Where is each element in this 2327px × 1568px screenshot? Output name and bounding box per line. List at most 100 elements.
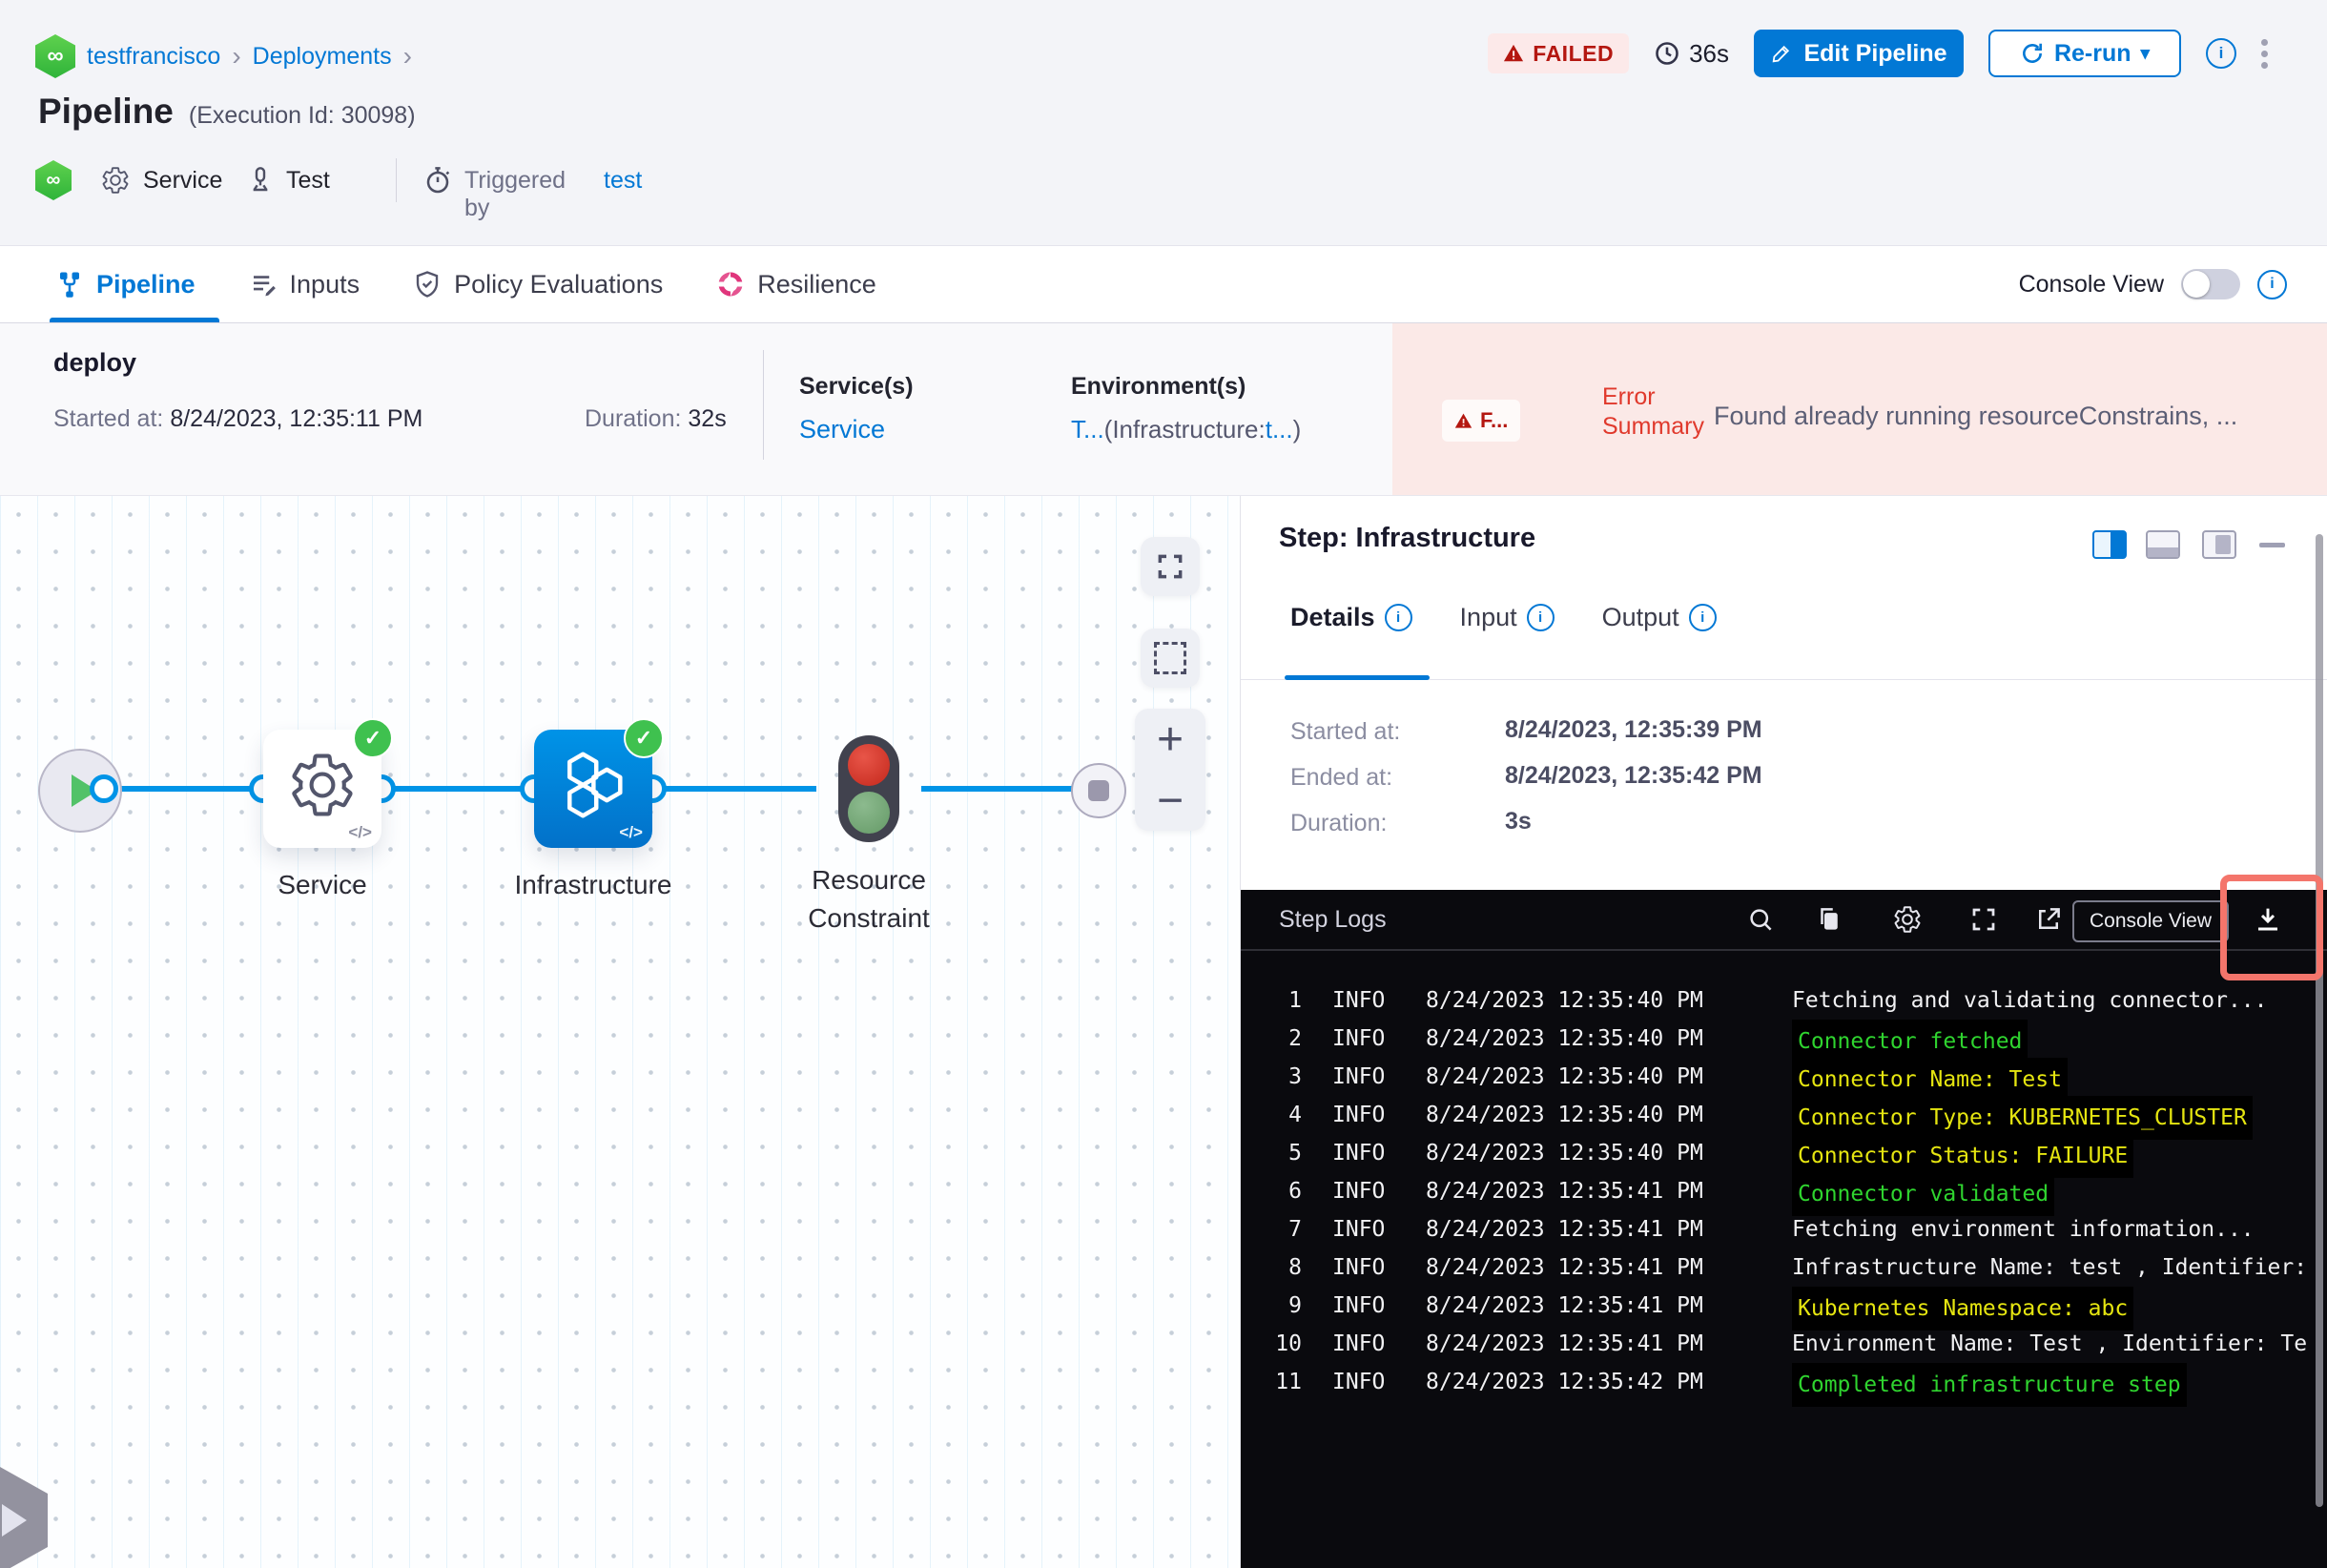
code-tag-icon: </> bbox=[619, 823, 643, 841]
error-summary-message: Found already running resourceConstrains… bbox=[1714, 402, 2238, 430]
edit-pipeline-button[interactable]: Edit Pipeline bbox=[1754, 30, 1964, 77]
detail-duration-value: 3s bbox=[1505, 808, 1532, 835]
active-tab-underline bbox=[50, 318, 219, 322]
log-console-view-button[interactable]: Console View bbox=[2072, 900, 2230, 942]
tab-pipeline[interactable]: Pipeline bbox=[55, 246, 196, 322]
step-panel-title: Step: Infrastructure bbox=[1279, 523, 1536, 553]
top-header: ∞ testfrancisco › Deployments › Pipeline… bbox=[0, 0, 2327, 246]
breadcrumb-project[interactable]: testfrancisco bbox=[87, 43, 220, 71]
log-fullscreen-button[interactable] bbox=[1967, 903, 2000, 936]
toolbar-divider bbox=[1241, 949, 2327, 951]
step-tab-output[interactable]: Output bbox=[1602, 603, 1717, 632]
chevron-right-icon: › bbox=[402, 41, 412, 71]
tab-policy-evaluations[interactable]: Policy Evaluations bbox=[413, 246, 663, 322]
log-search-button[interactable] bbox=[1744, 903, 1777, 936]
inputs-icon bbox=[253, 276, 276, 297]
traffic-light-red bbox=[848, 744, 890, 786]
marquee-select-icon bbox=[1154, 642, 1186, 674]
step-success-icon: ✓ bbox=[624, 718, 664, 758]
info-icon[interactable] bbox=[1688, 604, 1717, 631]
copy-icon bbox=[1821, 908, 1838, 930]
total-duration: 36s bbox=[1654, 39, 1729, 69]
rerun-button[interactable]: Re-run ▾ bbox=[1988, 30, 2181, 77]
service-link[interactable]: Service bbox=[799, 415, 885, 444]
services-column-header: Service(s) bbox=[799, 373, 914, 400]
pipeline-icon bbox=[60, 272, 79, 298]
log-open-external-button[interactable] bbox=[2032, 903, 2065, 936]
more-options-menu[interactable] bbox=[2261, 34, 2268, 73]
pipeline-end-node[interactable] bbox=[1071, 763, 1126, 818]
step-tab-input[interactable]: Input bbox=[1460, 603, 1555, 632]
panel-scrollbar[interactable] bbox=[2316, 534, 2323, 1507]
info-icon[interactable] bbox=[1384, 604, 1412, 631]
console-view-toggle[interactable] bbox=[2181, 269, 2240, 299]
log-line: 2 INFO 8/24/2023 12:35:40 PM Connector fetc… bbox=[1241, 1020, 2327, 1063]
layout-vertical-split-button[interactable] bbox=[2092, 530, 2127, 559]
harness-cd-icon: ∞ bbox=[35, 34, 75, 78]
harness-cd-icon: ∞ bbox=[35, 160, 72, 200]
breadcrumb-deployments[interactable]: Deployments bbox=[253, 43, 392, 71]
chevron-right-icon bbox=[2, 1504, 27, 1537]
info-icon[interactable] bbox=[2257, 269, 2287, 299]
node-label-service: Service bbox=[278, 870, 367, 899]
zoom-in-button[interactable]: + bbox=[1135, 709, 1205, 770]
breadcrumb: ∞ testfrancisco › Deployments › bbox=[35, 34, 412, 78]
layout-bottom-split-button[interactable] bbox=[2146, 530, 2180, 559]
infrastructure-hexagons-icon bbox=[567, 752, 623, 818]
triggered-by-label: Triggered by bbox=[464, 167, 566, 221]
log-settings-button[interactable] bbox=[1891, 903, 1924, 936]
log-line: 6 INFO 8/24/2023 12:35:41 PM Connector vali… bbox=[1241, 1172, 2327, 1216]
environment-value[interactable]: T...(Infrastructure:t...) bbox=[1071, 415, 1301, 444]
info-icon[interactable] bbox=[1526, 604, 1555, 631]
step-logs-panel: Step Logs Console View 1 INFO 8/24/2023 … bbox=[1241, 890, 2327, 1568]
chevron-right-icon: › bbox=[232, 41, 241, 71]
canvas-zoom-controls: + − bbox=[1135, 709, 1205, 831]
code-tag-icon: </> bbox=[348, 823, 372, 841]
error-status-badge: F... bbox=[1442, 400, 1521, 442]
stop-icon bbox=[1088, 780, 1109, 801]
canvas-select-button[interactable] bbox=[1141, 629, 1200, 688]
edge-line bbox=[381, 786, 534, 792]
minimize-panel-button[interactable] bbox=[2259, 543, 2285, 547]
pipeline-canvas[interactable]: ✓ </> ✓ </> Service Infrastructure Resou… bbox=[0, 496, 1240, 1568]
resilience-chaos-icon bbox=[718, 272, 743, 297]
node-resource-constraint[interactable] bbox=[838, 735, 899, 842]
node-service[interactable]: ✓ </> bbox=[263, 718, 393, 848]
triggered-by-user-link[interactable]: test bbox=[604, 167, 642, 195]
stage-duration-label: Duration: bbox=[585, 405, 682, 432]
execution-meta-row: ∞ Service Test Triggered by test bbox=[35, 158, 642, 221]
warning-triangle-icon bbox=[1504, 44, 1524, 62]
canvas-fullscreen-button[interactable] bbox=[1141, 537, 1200, 596]
environment-name: Test bbox=[286, 167, 330, 194]
environment-icon bbox=[245, 165, 276, 196]
log-line: 4 INFO 8/24/2023 12:35:40 PM Connector Type… bbox=[1241, 1096, 2327, 1140]
execution-tabs: Pipeline Inputs Policy Evaluations Resil… bbox=[0, 246, 2327, 323]
detail-ended-label: Ended at: bbox=[1290, 764, 1393, 791]
divider bbox=[396, 158, 397, 202]
stage-duration-value: 32s bbox=[688, 405, 727, 432]
tab-inputs[interactable]: Inputs bbox=[249, 246, 360, 322]
node-label-infrastructure: Infrastructure bbox=[514, 870, 672, 899]
gear-icon bbox=[1894, 906, 1921, 933]
execution-id: (Execution Id: 30098) bbox=[188, 102, 416, 129]
pipeline-execution-page: ∞ testfrancisco › Deployments › Pipeline… bbox=[0, 0, 2327, 1568]
stage-summary-bar: deploy Started at: 8/24/2023, 12:35:11 P… bbox=[0, 323, 2327, 496]
expand-panel-handle[interactable] bbox=[0, 1467, 48, 1568]
external-link-icon bbox=[2039, 908, 2060, 929]
log-copy-button[interactable] bbox=[1813, 903, 1845, 936]
tab-resilience[interactable]: Resilience bbox=[716, 246, 876, 322]
info-icon[interactable] bbox=[2206, 38, 2236, 69]
zoom-out-button[interactable]: − bbox=[1135, 770, 1205, 831]
layout-floating-panel-button[interactable] bbox=[2202, 530, 2236, 559]
step-tab-details[interactable]: Details bbox=[1290, 603, 1412, 632]
log-line: 1 INFO 8/24/2023 12:35:40 PM Fetching and v… bbox=[1288, 988, 2268, 1013]
detail-started-label: Started at: bbox=[1290, 718, 1401, 745]
stage-started-value: 8/24/2023, 12:35:11 PM bbox=[170, 405, 423, 432]
status-badge: FAILED bbox=[1488, 33, 1630, 73]
page-title: Pipeline bbox=[38, 92, 174, 131]
pencil-icon bbox=[1773, 45, 1790, 63]
warning-triangle-icon bbox=[1454, 413, 1472, 428]
edge-connector-dot bbox=[90, 774, 118, 803]
node-infrastructure[interactable]: ✓ </> bbox=[534, 718, 664, 848]
search-icon bbox=[1750, 909, 1772, 931]
